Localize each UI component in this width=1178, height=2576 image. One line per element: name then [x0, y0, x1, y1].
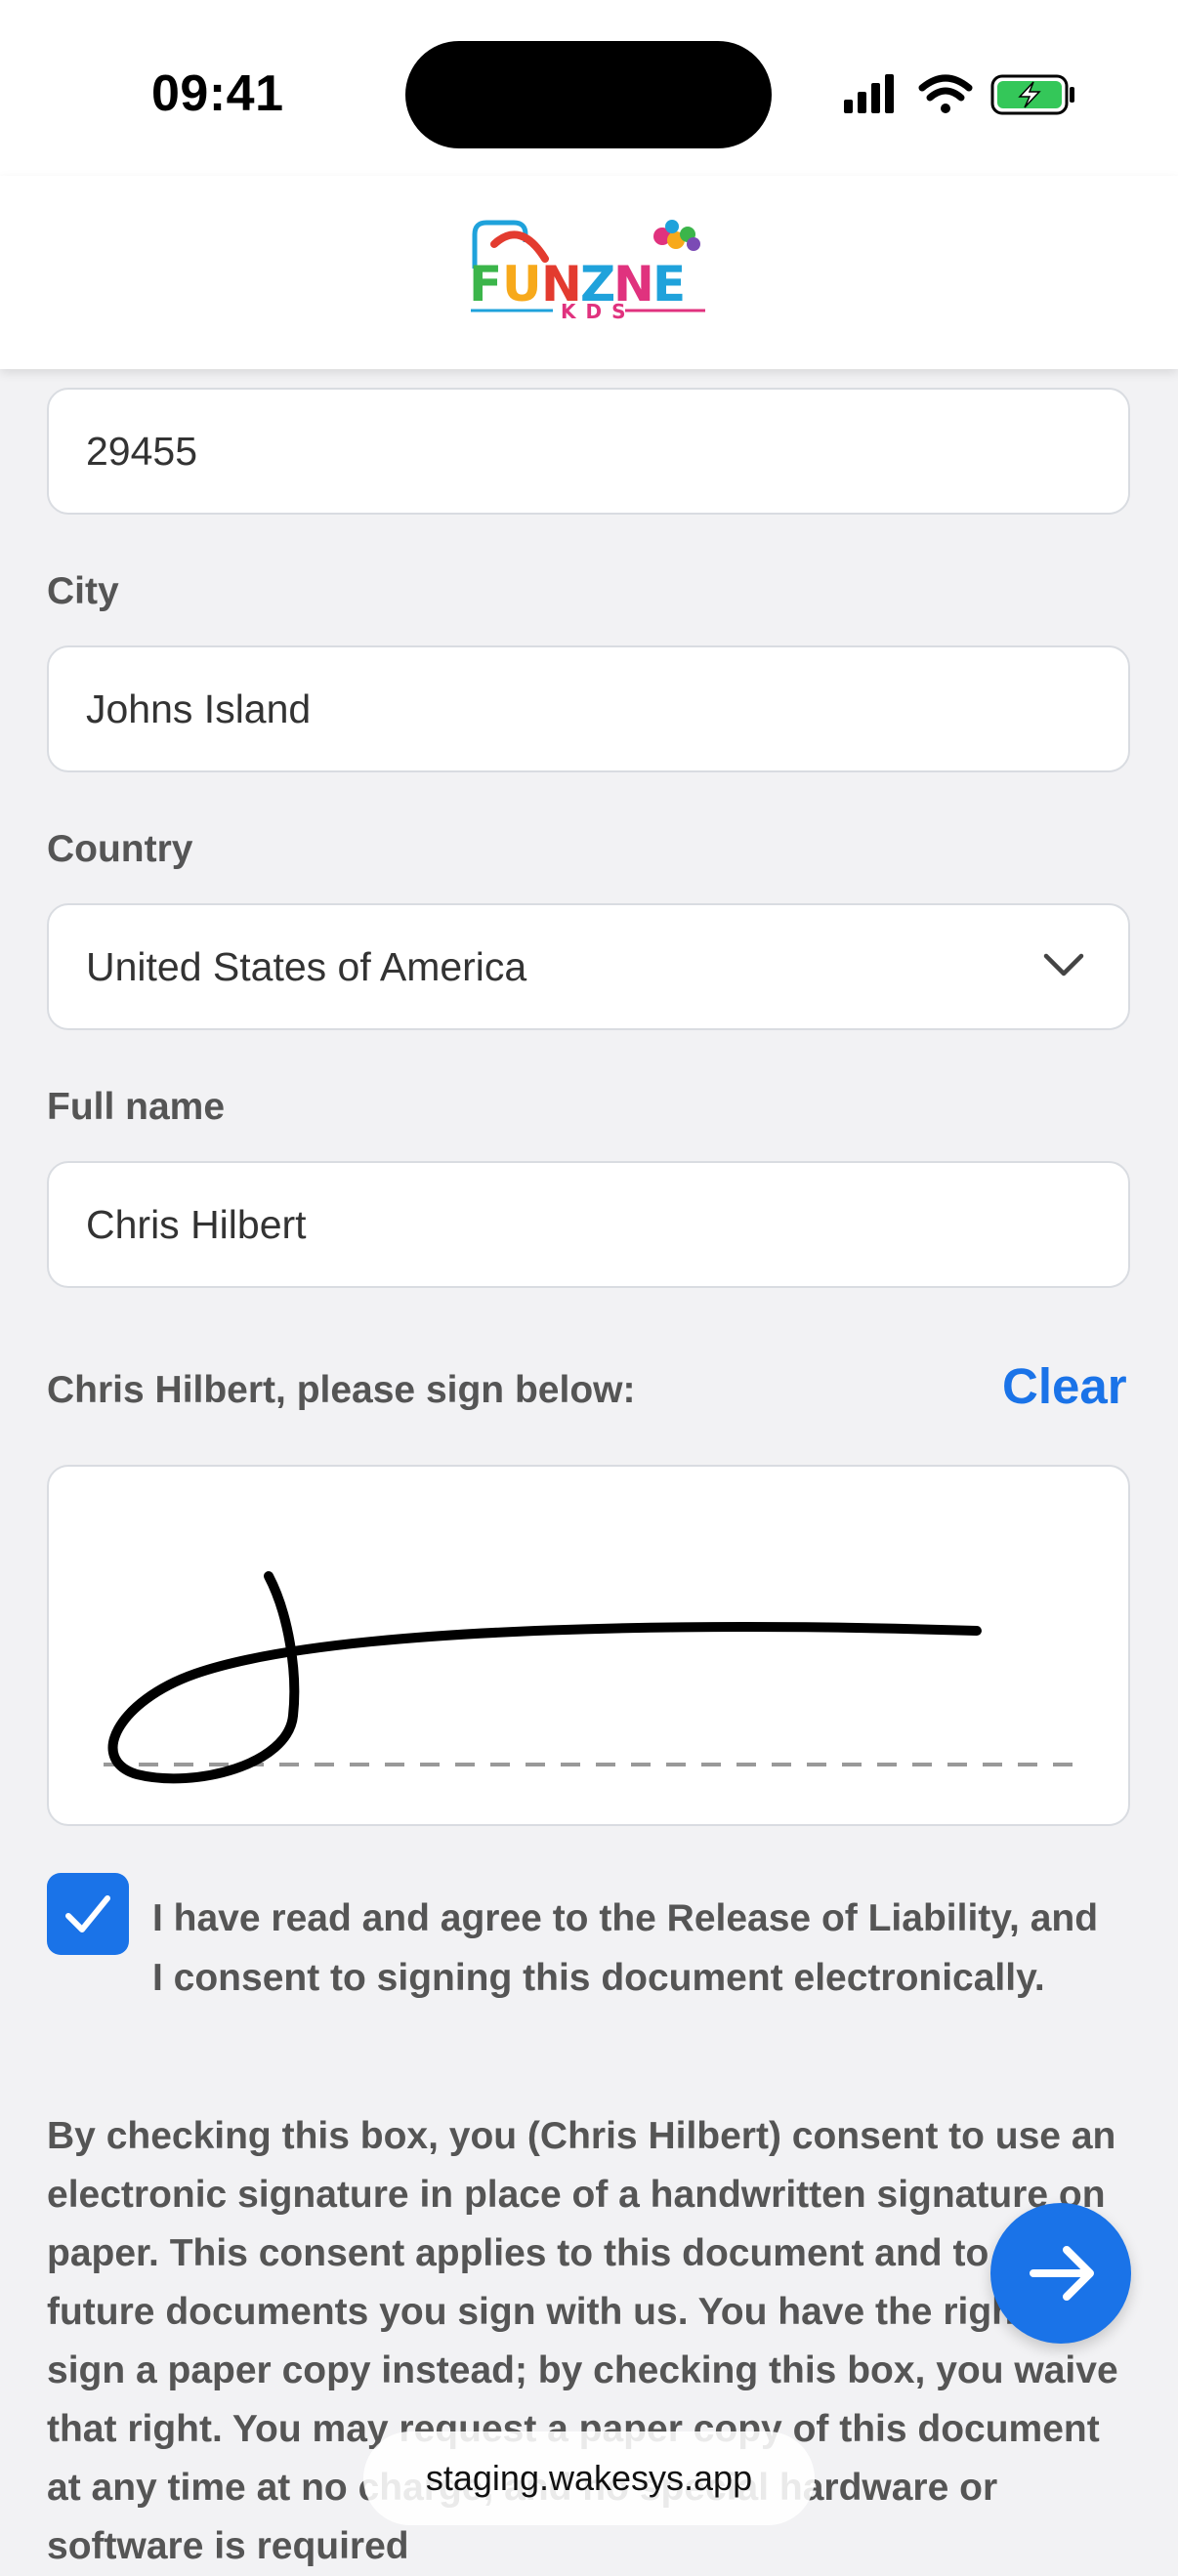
agreement-checkbox[interactable]	[47, 1873, 129, 1955]
browser-url-bar[interactable]: staging.wakesys.app	[363, 2431, 815, 2525]
svg-text:F: F	[469, 256, 502, 312]
svg-text:KDS: KDS	[561, 300, 636, 322]
zip-input[interactable]: 29455	[47, 388, 1130, 515]
country-label: Country	[47, 828, 193, 870]
country-select[interactable]: United States of America	[47, 903, 1130, 1030]
status-icons	[844, 74, 1074, 115]
signature-pad[interactable]	[47, 1465, 1130, 1826]
checkmark-icon	[65, 1895, 110, 1932]
cellular-signal-icon	[844, 74, 894, 113]
next-button[interactable]	[990, 2203, 1131, 2344]
agreement-text: I have read and agree to the Release of …	[152, 1897, 1099, 1999]
country-selected-value: United States of America	[86, 944, 527, 989]
svg-text:E: E	[652, 256, 686, 312]
clear-signature-button[interactable]: Clear	[1002, 1357, 1127, 1415]
wifi-icon	[918, 74, 973, 113]
dynamic-island	[405, 41, 772, 148]
app-header: F U N Z N E KDS	[0, 176, 1178, 369]
funzone-kids-logo[interactable]: F U N Z N E KDS	[467, 215, 711, 322]
status-time: 09:41	[151, 65, 284, 122]
status-bar: 09:41	[0, 0, 1178, 176]
signature-prompt: Chris Hilbert, please sign below:	[47, 1369, 636, 1411]
city-label: City	[47, 570, 119, 612]
svg-text:U: U	[502, 256, 542, 312]
arrow-right-icon	[1030, 2246, 1094, 2301]
full-name-input[interactable]: Chris Hilbert	[47, 1161, 1130, 1288]
chevron-down-icon	[1043, 953, 1084, 976]
signature-stroke	[107, 1571, 982, 1784]
signature-drawing	[104, 1571, 1074, 1784]
battery-charging-icon	[990, 74, 1074, 115]
full-name-label: Full name	[47, 1086, 226, 1128]
city-input[interactable]: Johns Island	[47, 645, 1130, 772]
